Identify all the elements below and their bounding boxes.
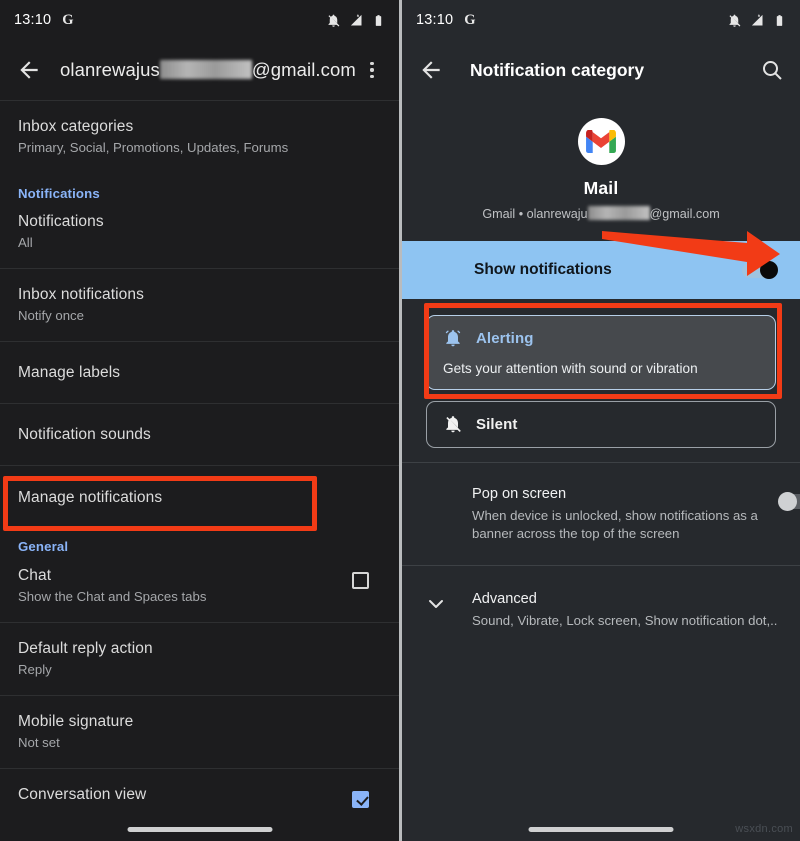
conversation-view-checkbox[interactable] bbox=[352, 791, 369, 808]
account-email-title: olanrewajus @gmail.com bbox=[60, 59, 356, 81]
app-name: Mail bbox=[583, 178, 619, 198]
setting-leading-slot bbox=[424, 485, 472, 487]
chevron-down-icon[interactable] bbox=[424, 592, 448, 616]
battery-icon bbox=[776, 14, 783, 26]
left-appbar-actions bbox=[361, 59, 383, 81]
show-notifications-label: Show notifications bbox=[474, 261, 612, 278]
show-notifications-toggle[interactable] bbox=[742, 261, 778, 279]
choice-title: Alerting bbox=[476, 329, 534, 347]
setting-body: Pop on screen When device is unlocked, s… bbox=[472, 485, 764, 543]
dual-screenshot-composite: 13:10 G olanrewajus @gmail.com Inbox cat… bbox=[0, 0, 800, 841]
list-item-chat[interactable]: Chat Show the Chat and Spaces tabs bbox=[0, 556, 399, 622]
choice-header: Silent bbox=[443, 414, 759, 434]
list-item-title: Default reply action bbox=[18, 640, 153, 657]
status-icons bbox=[326, 13, 385, 28]
status-time: 13:10 bbox=[416, 12, 454, 28]
account-prefix: Gmail • olanrewaju bbox=[482, 207, 588, 221]
status-bar-right: 13:10 G bbox=[402, 0, 800, 40]
setting-title: Advanced bbox=[472, 591, 537, 607]
list-item-notification-sounds[interactable]: Notification sounds bbox=[0, 404, 399, 465]
show-notifications-row[interactable]: Show notifications bbox=[402, 241, 800, 299]
right-phone-screen: 13:10 G Notification category Mail Gmail… bbox=[402, 0, 800, 841]
list-item-manage-labels[interactable]: Manage labels bbox=[0, 342, 399, 403]
app-hero-block: Mail Gmail • olanrewaju @gmail.com bbox=[402, 100, 800, 241]
left-app-bar: olanrewajus @gmail.com bbox=[0, 40, 399, 100]
bell-off-icon bbox=[446, 416, 461, 433]
list-item-title: Mobile signature bbox=[18, 713, 134, 730]
setting-description: When device is unlocked, show notificati… bbox=[472, 508, 758, 541]
setting-advanced[interactable]: Advanced Sound, Vibrate, Lock screen, Sh… bbox=[402, 566, 800, 654]
toggle-thumb bbox=[778, 492, 797, 511]
notifications-off-icon bbox=[729, 14, 741, 27]
back-arrow-icon[interactable] bbox=[16, 57, 42, 83]
choice-alerting[interactable]: Alerting Gets your attention with sound … bbox=[426, 315, 776, 390]
email-redaction-block bbox=[159, 60, 252, 79]
email-redaction-block bbox=[587, 206, 650, 220]
right-app-bar: Notification category bbox=[402, 40, 800, 100]
status-bar-left: 13:10 G bbox=[0, 0, 399, 40]
battery-icon bbox=[375, 14, 382, 26]
list-item-subtitle: Notify once bbox=[18, 308, 84, 323]
home-indicator-left bbox=[127, 827, 272, 832]
section-header-notifications: Notifications bbox=[18, 186, 100, 201]
list-item-subtitle: Not set bbox=[18, 735, 60, 750]
setting-body: Advanced Sound, Vibrate, Lock screen, Sh… bbox=[472, 590, 778, 630]
list-item-subtitle: All bbox=[18, 235, 33, 250]
list-item-title: Notifications bbox=[18, 213, 104, 230]
account-suffix: @gmail.com bbox=[649, 207, 720, 221]
list-item-subtitle: Show the Chat and Spaces tabs bbox=[18, 589, 207, 604]
notifications-off-icon bbox=[328, 14, 340, 27]
page-title: Notification category bbox=[470, 59, 645, 80]
list-item-mobile-signature[interactable]: Mobile signature Not set bbox=[0, 696, 399, 768]
status-time: 13:10 bbox=[14, 12, 52, 28]
signal-no-service-icon bbox=[350, 13, 362, 25]
notification-behavior-choices: Alerting Gets your attention with sound … bbox=[402, 299, 800, 462]
list-item-title: Manage labels bbox=[18, 364, 121, 381]
app-account-subtitle: Gmail • olanrewaju @gmail.com bbox=[402, 206, 800, 221]
list-item-notifications[interactable]: Notifications All bbox=[0, 203, 399, 268]
list-item-inbox-notifications[interactable]: Inbox notifications Notify once bbox=[0, 269, 399, 341]
status-icons bbox=[727, 13, 786, 28]
list-item-title: Notification sounds bbox=[18, 426, 151, 443]
watermark: wsxdn.com bbox=[735, 823, 793, 835]
toggle-thumb bbox=[760, 261, 778, 279]
choice-title: Silent bbox=[476, 415, 518, 433]
setting-pop-on-screen[interactable]: Pop on screen When device is unlocked, s… bbox=[402, 463, 800, 565]
list-item-default-reply-action[interactable]: Default reply action Reply bbox=[0, 623, 399, 695]
list-item-conversation-view[interactable]: Conversation view bbox=[0, 769, 399, 825]
list-item-title: Inbox categories bbox=[18, 118, 134, 135]
more-vert-icon[interactable] bbox=[361, 59, 383, 81]
list-item-title: Chat bbox=[18, 567, 52, 584]
home-indicator-right bbox=[528, 827, 674, 832]
list-item-inbox-categories[interactable]: Inbox categories Primary, Social, Promot… bbox=[0, 101, 399, 173]
choice-silent[interactable]: Silent bbox=[426, 401, 776, 448]
search-icon[interactable] bbox=[760, 58, 784, 82]
google-badge-icon: G bbox=[62, 11, 74, 28]
list-item-subtitle: Primary, Social, Promotions, Updates, Fo… bbox=[18, 140, 289, 155]
signal-no-service-icon bbox=[751, 13, 763, 25]
chat-checkbox[interactable] bbox=[352, 572, 369, 589]
setting-leading-slot bbox=[424, 590, 472, 616]
email-prefix: olanrewajus bbox=[60, 59, 160, 80]
section-header-general: General bbox=[18, 539, 69, 554]
bell-icon bbox=[445, 330, 461, 347]
left-phone-screen: 13:10 G olanrewajus @gmail.com Inbox cat… bbox=[0, 0, 399, 841]
gmail-logo-icon bbox=[577, 118, 625, 165]
google-badge-icon: G bbox=[464, 11, 476, 28]
list-item-title: Conversation view bbox=[18, 786, 147, 803]
list-item-subtitle: Reply bbox=[18, 662, 52, 677]
email-suffix: @gmail.com bbox=[251, 59, 356, 80]
choice-description: Gets your attention with sound or vibrat… bbox=[443, 361, 698, 376]
setting-title: Pop on screen bbox=[472, 486, 567, 502]
back-arrow-icon[interactable] bbox=[418, 57, 444, 83]
list-item-manage-notifications[interactable]: Manage notifications bbox=[0, 466, 399, 529]
right-appbar-actions bbox=[760, 58, 784, 82]
choice-header: Alerting bbox=[443, 328, 759, 348]
list-item-title: Manage notifications bbox=[18, 489, 163, 506]
setting-description: Sound, Vibrate, Lock screen, Show notifi… bbox=[472, 613, 778, 628]
list-item-title: Inbox notifications bbox=[18, 286, 144, 303]
